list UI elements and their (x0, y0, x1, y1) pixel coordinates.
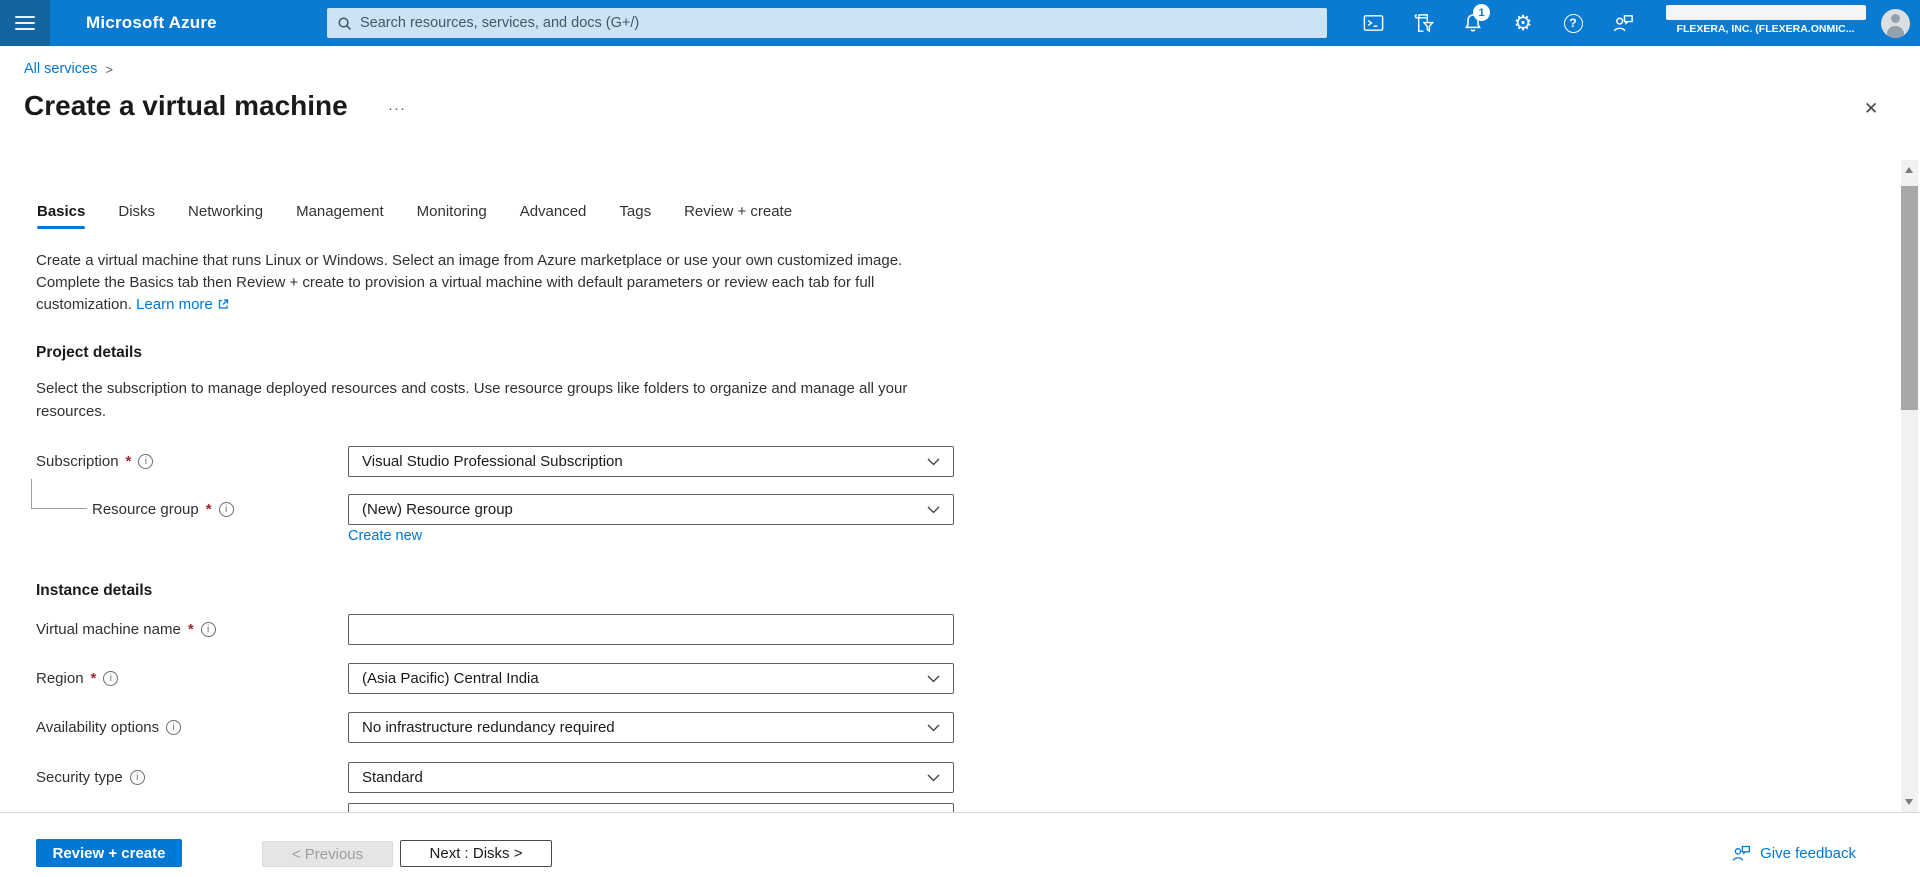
region-dropdown[interactable]: (Asia Pacific) Central India (348, 663, 954, 694)
project-details-heading: Project details (36, 344, 142, 362)
review-create-button[interactable]: Review + create (36, 839, 182, 867)
breadcrumb-separator: > (105, 62, 113, 77)
topbar-icons: 1 ⚙ ? (1348, 0, 1648, 46)
cloud-shell-icon[interactable] (1348, 0, 1398, 46)
search-icon (337, 16, 352, 31)
tab-networking[interactable]: Networking (188, 203, 263, 229)
subscription-info-icon[interactable]: i (138, 454, 153, 469)
resource-group-label: Resource group* i (92, 494, 234, 525)
vm-name-info-icon[interactable]: i (201, 622, 216, 637)
project-details-description: Select the subscription to manage deploy… (36, 378, 944, 423)
feedback-person-icon[interactable] (1598, 0, 1648, 46)
create-new-link[interactable]: Create new (348, 528, 422, 544)
region-label: Region* i (36, 663, 118, 694)
feedback-person-icon (1731, 843, 1752, 864)
region-info-icon[interactable]: i (103, 671, 118, 686)
scrollbar-down-arrow-icon[interactable] (1905, 799, 1913, 805)
availability-options-row: Availability options i No infrastructure… (36, 712, 956, 743)
availability-options-label: Availability options i (36, 712, 181, 743)
hamburger-menu-icon[interactable] (0, 0, 50, 46)
give-feedback-link[interactable]: Give feedback (1731, 843, 1856, 864)
notification-count-badge: 1 (1473, 4, 1490, 21)
vm-name-row: Virtual machine name* i (36, 614, 956, 645)
account-tenant: FLEXERA, INC. (FLEXERA.ONMIC... (1658, 23, 1873, 35)
global-search[interactable] (327, 8, 1327, 38)
azure-portal: Microsoft Azure (0, 0, 1920, 877)
azure-brand-logo[interactable]: Microsoft Azure (86, 0, 217, 46)
previous-button: < Previous (262, 841, 393, 867)
tab-description: Create a virtual machine that runs Linux… (36, 250, 944, 316)
next-field-clipped (348, 803, 954, 812)
chevron-down-icon (927, 774, 940, 782)
help-icon[interactable]: ? (1548, 0, 1598, 46)
avatar[interactable] (1881, 9, 1910, 38)
wizard-tabs: Basics Disks Networking Management Monit… (37, 203, 792, 229)
subscription-dropdown[interactable]: Visual Studio Professional Subscription (348, 446, 954, 477)
subscription-row: Subscription* i Visual Studio Profession… (36, 446, 956, 477)
top-bar: Microsoft Azure (0, 0, 1920, 46)
required-asterisk: * (91, 670, 97, 687)
chevron-down-icon (927, 506, 940, 514)
region-row: Region* i (Asia Pacific) Central India (36, 663, 956, 694)
instance-details-heading: Instance details (36, 582, 152, 600)
tab-management[interactable]: Management (296, 203, 384, 229)
security-type-label: Security type i (36, 762, 145, 793)
chevron-down-icon (927, 458, 940, 466)
chevron-down-icon (927, 675, 940, 683)
required-asterisk: * (126, 453, 132, 470)
next-disks-button[interactable]: Next : Disks > (400, 840, 552, 867)
tab-monitoring[interactable]: Monitoring (417, 203, 487, 229)
close-icon[interactable]: ✕ (1864, 100, 1878, 117)
vm-name-input[interactable] (348, 614, 954, 645)
directory-filter-icon[interactable] (1398, 0, 1448, 46)
resource-group-row: Resource group* i (New) Resource group (36, 494, 956, 525)
external-link-icon (217, 298, 229, 310)
tab-review-create[interactable]: Review + create (684, 203, 792, 229)
subscription-label: Subscription* i (36, 446, 153, 477)
security-type-dropdown[interactable]: Standard (348, 762, 954, 793)
availability-options-dropdown[interactable]: No infrastructure redundancy required (348, 712, 954, 743)
resource-group-dropdown[interactable]: (New) Resource group (348, 494, 954, 525)
account-menu[interactable]: FLEXERA, INC. (FLEXERA.ONMIC... (1658, 4, 1873, 35)
chevron-down-icon (927, 724, 940, 732)
settings-gear-icon[interactable]: ⚙ (1498, 0, 1548, 46)
title-overflow-menu-icon[interactable]: ··· (388, 100, 406, 117)
scrollbar-up-arrow-icon[interactable] (1905, 167, 1913, 173)
vm-name-label: Virtual machine name* i (36, 614, 216, 645)
learn-more-link[interactable]: Learn more (136, 296, 229, 313)
breadcrumb: All services > (24, 61, 113, 77)
page-title: Create a virtual machine (24, 90, 348, 122)
notifications-bell-icon[interactable]: 1 (1448, 0, 1498, 46)
tab-tags[interactable]: Tags (619, 203, 651, 229)
availability-options-info-icon[interactable]: i (166, 720, 181, 735)
breadcrumb-all-services-link[interactable]: All services (24, 61, 97, 77)
footer-divider (0, 812, 1920, 813)
scrollbar-thumb[interactable] (1901, 186, 1918, 410)
required-asterisk: * (188, 621, 194, 638)
required-asterisk: * (206, 501, 212, 518)
resource-group-info-icon[interactable]: i (219, 502, 234, 517)
security-type-info-icon[interactable]: i (130, 770, 145, 785)
tab-advanced[interactable]: Advanced (520, 203, 587, 229)
security-type-row: Security type i Standard (36, 762, 956, 793)
tab-disks[interactable]: Disks (118, 203, 155, 229)
scrollbar[interactable] (1901, 160, 1918, 812)
account-name-redacted (1666, 5, 1866, 20)
tab-basics[interactable]: Basics (37, 203, 85, 229)
search-input[interactable] (360, 15, 1317, 31)
